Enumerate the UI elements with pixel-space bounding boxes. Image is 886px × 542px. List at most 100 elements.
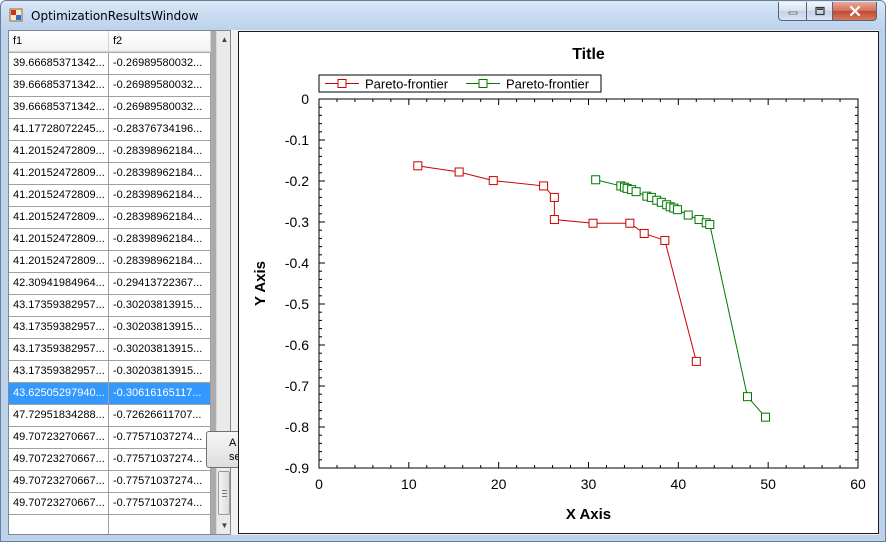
cell-f1[interactable]: 41.20152472809... bbox=[9, 229, 109, 250]
cell-f2[interactable]: -0.77571037274... bbox=[109, 471, 211, 492]
table-row[interactable]: 39.66685371342... -0.26989580032... bbox=[9, 75, 211, 97]
data-point[interactable] bbox=[625, 218, 635, 228]
cell-f2[interactable]: -0.30616165117... bbox=[109, 383, 211, 404]
cell-f1[interactable]: 41.20152472809... bbox=[9, 185, 109, 206]
table-row[interactable]: 49.70723270667... -0.77571037274... bbox=[9, 449, 211, 471]
cell-f2[interactable]: -0.29413722367... bbox=[109, 273, 211, 294]
cell-f2[interactable]: -0.77571037274... bbox=[109, 493, 211, 514]
optimization-results-window: OptimizationResultsWindow f1 f2 39.66685… bbox=[0, 0, 886, 542]
cell-f2[interactable]: -0.72626611707... bbox=[109, 405, 211, 426]
table-row[interactable]: 49.70723270667... -0.77571037274... bbox=[9, 493, 211, 515]
data-point[interactable] bbox=[413, 161, 423, 171]
table-row[interactable]: 42.30941984964... -0.29413722367... bbox=[9, 273, 211, 295]
cell-f2[interactable]: -0.30203813915... bbox=[109, 339, 211, 360]
cell-f1[interactable]: 39.66685371342... bbox=[9, 53, 109, 74]
table-row[interactable]: 39.66685371342... -0.26989580032... bbox=[9, 53, 211, 75]
data-point[interactable] bbox=[588, 218, 598, 228]
cell-f2[interactable] bbox=[109, 515, 211, 534]
legend-marker-square bbox=[337, 79, 347, 88]
table-row[interactable]: 43.62505297940... -0.30616165117... bbox=[9, 383, 211, 405]
data-point[interactable] bbox=[591, 175, 601, 185]
table-row[interactable]: 41.17728072245... -0.28376734196... bbox=[9, 119, 211, 141]
table-row[interactable]: 43.17359382957... -0.30203813915... bbox=[9, 339, 211, 361]
cell-f1[interactable]: 49.70723270667... bbox=[9, 493, 109, 514]
data-point[interactable] bbox=[683, 210, 693, 220]
cell-f2[interactable]: -0.28398962184... bbox=[109, 141, 211, 162]
table-row[interactable]: 41.20152472809... -0.28398962184... bbox=[9, 251, 211, 273]
cell-f2[interactable]: -0.28398962184... bbox=[109, 251, 211, 272]
cell-f1[interactable]: 49.70723270667... bbox=[9, 471, 109, 492]
cell-f1[interactable]: 42.30941984964... bbox=[9, 273, 109, 294]
cell-f2[interactable]: -0.77571037274... bbox=[109, 449, 211, 470]
close-button[interactable] bbox=[832, 2, 877, 21]
table-row[interactable]: 43.17359382957... -0.30203813915... bbox=[9, 295, 211, 317]
maximize-button[interactable] bbox=[806, 2, 832, 21]
title-bar[interactable]: OptimizationResultsWindow bbox=[1, 1, 885, 30]
data-point[interactable] bbox=[631, 187, 641, 197]
cell-f1[interactable]: 41.17728072245... bbox=[9, 119, 109, 140]
cell-f2[interactable]: -0.77571037274... bbox=[109, 427, 211, 448]
data-point[interactable] bbox=[705, 219, 715, 229]
cell-f1[interactable]: 47.72951834288... bbox=[9, 405, 109, 426]
cell-f2[interactable]: -0.26989580032... bbox=[109, 97, 211, 118]
cell-f2[interactable]: -0.28398962184... bbox=[109, 185, 211, 206]
cell-f2[interactable]: -0.26989580032... bbox=[109, 75, 211, 96]
cell-f1[interactable] bbox=[9, 515, 109, 534]
table-row[interactable]: 49.70723270667... -0.77571037274... bbox=[9, 427, 211, 449]
cell-f1[interactable]: 49.70723270667... bbox=[9, 427, 109, 448]
table-row[interactable]: 47.72951834288... -0.72626611707... bbox=[9, 405, 211, 427]
cell-f1[interactable]: 43.62505297940... bbox=[9, 383, 109, 404]
scrollbar-thumb[interactable] bbox=[218, 471, 230, 515]
cell-f1[interactable]: 43.17359382957... bbox=[9, 361, 109, 382]
y-tick-label: -0.2 bbox=[285, 173, 309, 189]
table-row[interactable]: 41.20152472809... -0.28398962184... bbox=[9, 207, 211, 229]
cell-f1[interactable]: 43.17359382957... bbox=[9, 317, 109, 338]
column-header-f2[interactable]: f2 bbox=[109, 31, 211, 52]
data-point[interactable] bbox=[549, 192, 559, 202]
cell-f2[interactable]: -0.28376734196... bbox=[109, 119, 211, 140]
scroll-down-arrow-icon[interactable]: ▼ bbox=[217, 517, 230, 534]
cell-f1[interactable]: 43.17359382957... bbox=[9, 295, 109, 316]
table-row[interactable] bbox=[9, 515, 211, 534]
cell-f1[interactable]: 39.66685371342... bbox=[9, 97, 109, 118]
data-point[interactable] bbox=[488, 176, 498, 186]
cell-f1[interactable]: 43.17359382957... bbox=[9, 339, 109, 360]
data-point[interactable] bbox=[539, 181, 549, 191]
cell-f1[interactable]: 39.66685371342... bbox=[9, 75, 109, 96]
cell-f2[interactable]: -0.28398962184... bbox=[109, 163, 211, 184]
column-header-f1[interactable]: f1 bbox=[9, 31, 109, 52]
table-row[interactable]: 43.17359382957... -0.30203813915... bbox=[9, 317, 211, 339]
table-row[interactable]: 39.66685371342... -0.26989580032... bbox=[9, 97, 211, 119]
table-row[interactable]: 41.20152472809... -0.28398962184... bbox=[9, 163, 211, 185]
table-row[interactable]: 43.17359382957... -0.30203813915... bbox=[9, 361, 211, 383]
grip-icon bbox=[222, 493, 227, 494]
scroll-up-arrow-icon[interactable]: ▲ bbox=[217, 31, 230, 48]
table-row[interactable]: 41.20152472809... -0.28398962184... bbox=[9, 141, 211, 163]
cell-f2[interactable]: -0.28398962184... bbox=[109, 229, 211, 250]
table-row[interactable]: 49.70723270667... -0.77571037274... bbox=[9, 471, 211, 493]
cell-f1[interactable]: 41.20152472809... bbox=[9, 207, 109, 228]
table-row[interactable]: 41.20152472809... -0.28398962184... bbox=[9, 229, 211, 251]
data-point[interactable] bbox=[672, 205, 682, 215]
table-row[interactable]: 41.20152472809... -0.28398962184... bbox=[9, 185, 211, 207]
grip-icon bbox=[222, 496, 227, 497]
data-point[interactable] bbox=[454, 167, 464, 177]
cell-f2[interactable]: -0.26989580032... bbox=[109, 53, 211, 74]
y-tick-label: -0.8 bbox=[285, 419, 309, 435]
cell-f1[interactable]: 41.20152472809... bbox=[9, 163, 109, 184]
cell-f1[interactable]: 41.20152472809... bbox=[9, 251, 109, 272]
cell-f2[interactable]: -0.30203813915... bbox=[109, 295, 211, 316]
data-point[interactable] bbox=[549, 215, 559, 225]
data-point[interactable] bbox=[743, 392, 753, 402]
data-point[interactable] bbox=[691, 356, 701, 366]
cell-f2[interactable]: -0.28398962184... bbox=[109, 207, 211, 228]
minimize-button[interactable] bbox=[778, 2, 806, 21]
results-grid[interactable]: f1 f2 39.66685371342... -0.26989580032...… bbox=[8, 30, 231, 535]
cell-f1[interactable]: 49.70723270667... bbox=[9, 449, 109, 470]
data-point[interactable] bbox=[760, 412, 770, 422]
data-point[interactable] bbox=[660, 235, 670, 245]
cell-f1[interactable]: 41.20152472809... bbox=[9, 141, 109, 162]
cell-f2[interactable]: -0.30203813915... bbox=[109, 361, 211, 382]
data-point[interactable] bbox=[639, 228, 649, 238]
cell-f2[interactable]: -0.30203813915... bbox=[109, 317, 211, 338]
